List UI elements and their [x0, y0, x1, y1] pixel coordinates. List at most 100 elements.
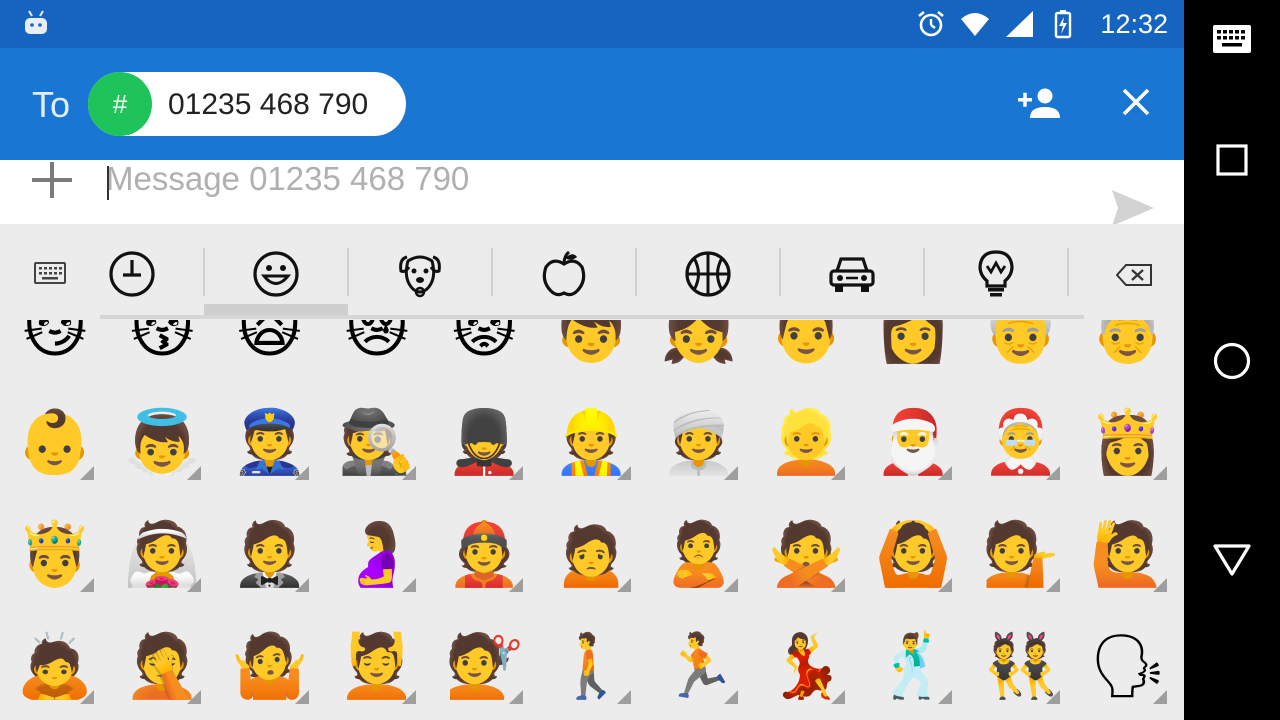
tab-animals[interactable]	[388, 246, 452, 302]
recents-icon[interactable]	[1216, 144, 1248, 176]
message-input[interactable]	[106, 160, 1006, 204]
emoji-key[interactable]: 🏃	[646, 616, 752, 716]
emoji-key[interactable]: 🤰	[324, 504, 430, 604]
emoji-category-bar	[0, 224, 1184, 320]
emoji-key[interactable]: 👼	[109, 392, 215, 492]
keyboard-icon[interactable]	[34, 262, 66, 284]
android-icon	[25, 10, 47, 34]
emoji-glyph: 👴	[982, 320, 1060, 366]
emoji-key[interactable]: 🤦	[109, 616, 215, 716]
tab-divider	[779, 248, 781, 296]
emoji-glyph: 👵	[1089, 320, 1167, 366]
emoji-glyph: 🤦	[123, 629, 201, 702]
recent-icon	[109, 251, 155, 297]
skin-tone-variants-indicator	[509, 578, 524, 592]
emoji-key[interactable]: 🚶	[539, 616, 645, 716]
home-icon[interactable]	[1213, 342, 1251, 380]
skin-tone-variants-indicator	[723, 578, 738, 592]
tab-recent[interactable]	[100, 246, 164, 302]
emoji-key[interactable]: 🤷	[217, 616, 323, 716]
emoji-key[interactable]: 🙍	[539, 504, 645, 604]
emoji-glyph: 👩	[874, 320, 952, 366]
emoji-key[interactable]: 🕵	[324, 392, 430, 492]
emoji-key[interactable]: 💁	[968, 504, 1074, 604]
emoji-key[interactable]: 👶	[2, 392, 108, 492]
emoji-glyph: 🙀	[237, 320, 302, 366]
emoji-key[interactable]: 🎅	[860, 392, 966, 492]
emoji-glyph: 👰	[123, 517, 201, 590]
emoji-key[interactable]: 👧	[646, 320, 752, 380]
backspace-icon[interactable]	[1116, 264, 1152, 286]
emoji-key[interactable]: 👷	[539, 392, 645, 492]
tab-smileys[interactable]	[244, 246, 308, 302]
emoji-glyph: 👷	[552, 405, 631, 478]
tab-travel[interactable]	[820, 246, 884, 302]
skin-tone-variants-indicator	[187, 578, 202, 592]
tab-sports[interactable]	[676, 246, 740, 302]
emoji-key[interactable]: 😼	[2, 320, 108, 380]
emoji-row: 👶 👼 👮 🕵 💂 👷 👳 👱 🎅 🤶 👸	[0, 392, 1184, 504]
tab-food[interactable]	[532, 246, 596, 302]
emoji-key[interactable]: 👲	[431, 504, 537, 604]
emoji-key[interactable]: 👳	[646, 392, 752, 492]
keyboard-switch-icon[interactable]	[1212, 24, 1252, 54]
emoji-key[interactable]: 👨	[753, 320, 859, 380]
emoji-key[interactable]: 🕺	[860, 616, 966, 716]
skin-tone-variants-indicator	[1045, 578, 1060, 592]
add-person-icon[interactable]	[1016, 84, 1062, 124]
emoji-glyph: 👸	[1089, 405, 1167, 478]
emoji-key[interactable]: 🗣	[1075, 616, 1181, 716]
emoji-key[interactable]: 🙆	[860, 504, 966, 604]
emoji-key[interactable]: 👵	[1075, 320, 1181, 380]
emoji-key[interactable]: 👯	[968, 616, 1074, 716]
skin-tone-variants-indicator	[294, 578, 309, 592]
emoji-key[interactable]: 👩	[860, 320, 966, 380]
navigation-bar	[1184, 0, 1280, 720]
emoji-key[interactable]: 💆	[324, 616, 430, 716]
emoji-key[interactable]: 👰	[109, 504, 215, 604]
emoji-key[interactable]: 💇	[431, 616, 537, 716]
emoji-glyph: 🤶	[982, 405, 1060, 478]
emoji-glyph: 😾	[451, 320, 517, 366]
skin-tone-variants-indicator	[938, 466, 953, 480]
emoji-key[interactable]: 😾	[431, 320, 537, 380]
emoji-key[interactable]: 😿	[324, 320, 430, 380]
emoji-glyph: 🙍	[552, 517, 631, 590]
emoji-key[interactable]: 💂	[431, 392, 537, 492]
emoji-key[interactable]: 🙇	[2, 616, 108, 716]
skin-tone-variants-indicator	[187, 690, 202, 704]
recipient-chip[interactable]: # 01235 468 790	[88, 72, 406, 136]
emoji-glyph: 😽	[129, 320, 195, 366]
emoji-key[interactable]: 👱	[753, 392, 859, 492]
emoji-key[interactable]: 🤶	[968, 392, 1074, 492]
emoji-key[interactable]: 🤵	[217, 504, 323, 604]
emoji-key[interactable]: 🙎	[646, 504, 752, 604]
emoji-key[interactable]: 🙋	[1075, 504, 1181, 604]
emoji-key[interactable]: 👮	[217, 392, 323, 492]
emoji-grid: 😼 😽 🙀 😿 😾 👦 👧 👨 👩 👴 👵 👶 👼 👮 🕵 💂 👷 👳 👱 🎅 🤶 👸 🤴 👰 🤵 🤰 👲 🙍 🙎 🙅 🙆 💁 🙋 🙇 🤦 🤷 💆 💇 🚶 🏃…	[0, 320, 1184, 720]
emoji-key[interactable]: 👦	[539, 320, 645, 380]
skin-tone-variants-indicator	[723, 466, 738, 480]
emoji-key[interactable]: 🙀	[217, 320, 323, 380]
food-icon	[542, 250, 586, 297]
sports-icon	[685, 251, 731, 297]
send-icon[interactable]	[1110, 188, 1156, 224]
back-icon[interactable]	[1212, 542, 1252, 578]
app-bar: To # 01235 468 790	[0, 48, 1184, 160]
emoji-glyph: 🙆	[874, 517, 952, 590]
tab-divider	[923, 248, 925, 296]
skin-tone-variants-indicator	[401, 690, 416, 704]
emoji-glyph: 👮	[230, 405, 309, 478]
emoji-key[interactable]: 🙅	[753, 504, 859, 604]
emoji-key[interactable]: 💃	[753, 616, 859, 716]
skin-tone-variants-indicator	[1153, 690, 1167, 704]
plus-icon[interactable]	[30, 162, 74, 198]
skin-tone-variants-indicator	[80, 466, 94, 480]
tab-objects[interactable]	[964, 246, 1028, 302]
emoji-key[interactable]: 👸	[1075, 392, 1181, 492]
emoji-key[interactable]: 🤴	[2, 504, 108, 604]
emoji-key[interactable]: 😽	[109, 320, 215, 380]
close-icon[interactable]	[1118, 84, 1154, 120]
smiley-icon	[253, 251, 299, 297]
emoji-key[interactable]: 👴	[968, 320, 1074, 380]
